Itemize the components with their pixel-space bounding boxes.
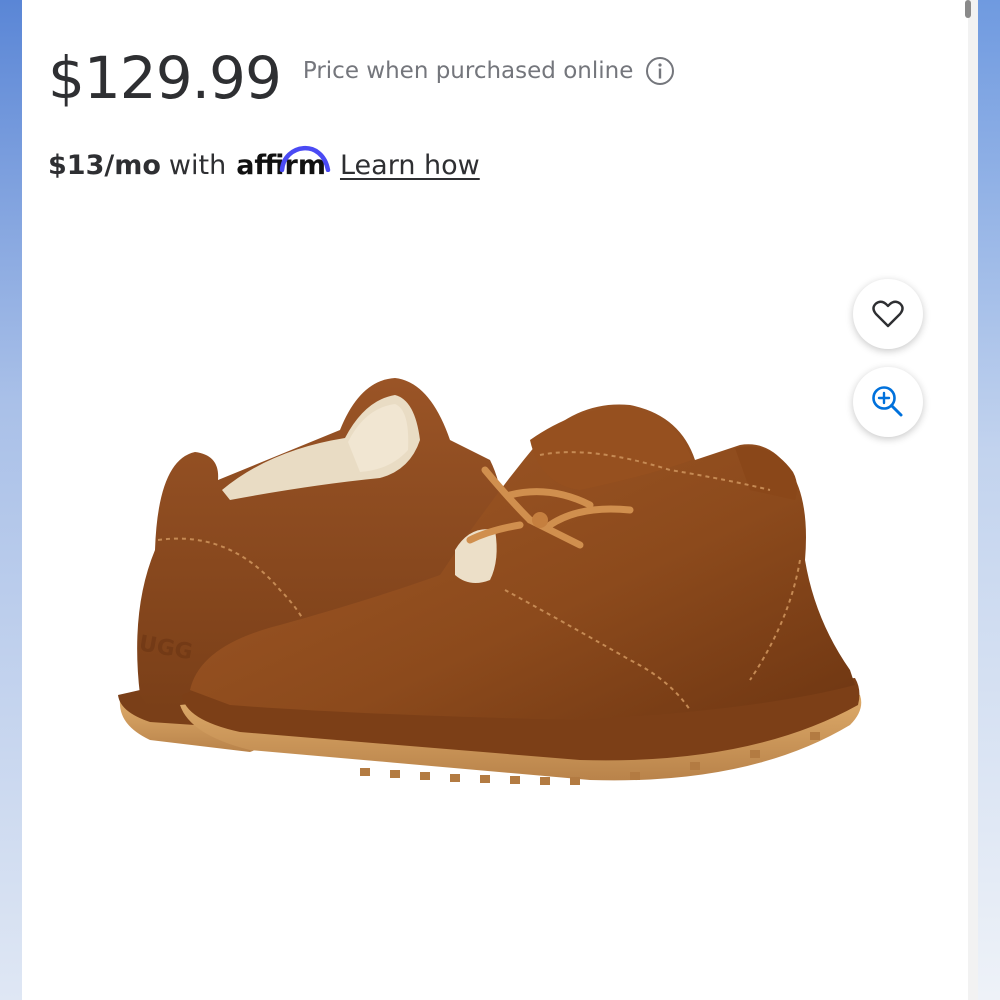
financing-row: $13/mo with affirm Learn how [48,140,480,190]
monthly-payment: $13/mo [48,149,161,181]
favorite-button[interactable] [853,279,923,349]
zoom-button[interactable] [853,367,923,437]
heart-icon [872,300,904,328]
affirm-logo: affirm [236,145,331,181]
price-row: $129.99 Price when purchased online [48,38,675,118]
scrollbar-thumb[interactable] [965,0,971,18]
affirm-arc-icon [279,145,331,172]
zoom-in-icon [872,386,903,417]
price-amount: $129.99 [48,44,282,112]
learn-how-link[interactable]: Learn how [340,150,480,181]
info-icon[interactable] [645,56,675,86]
price-note: Price when purchased online [302,58,634,84]
with-text: with [168,149,227,181]
product-image[interactable]: UGG [110,360,880,810]
scrollbar-track[interactable] [968,0,978,1000]
